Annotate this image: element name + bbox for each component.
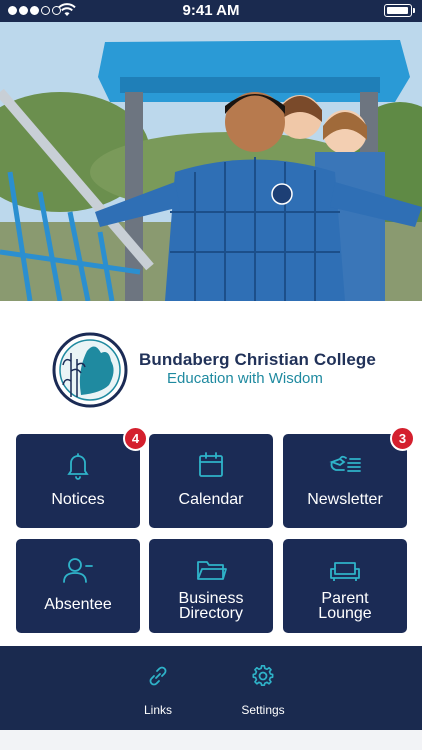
battery-icon (384, 4, 415, 17)
status-time: 9:41 AM (182, 2, 240, 19)
calendar-tile[interactable]: Calendar (149, 434, 273, 528)
calendar-label: Calendar (178, 491, 244, 508)
parent-lounge-label-line1: Parent (321, 590, 369, 607)
hero-image (0, 22, 422, 301)
links-nav-item[interactable]: Links (128, 664, 188, 717)
notices-badge: 4 (123, 426, 148, 451)
parent-lounge-tile[interactable]: Parent Lounge (283, 539, 407, 633)
user-minus-icon (63, 558, 93, 583)
gear-icon (252, 665, 274, 686)
parent-lounge-label: Parent Lounge (283, 590, 407, 622)
business-directory-label: Business Directory (149, 590, 273, 622)
business-directory-tile[interactable]: Business Directory (149, 539, 273, 633)
sofa-icon (330, 562, 360, 581)
bottom-nav: Links Settings (0, 646, 422, 730)
calendar-icon (199, 452, 223, 477)
home-indicator-area (0, 730, 422, 750)
newsletter-badge: 3 (390, 426, 415, 451)
parent-lounge-label-line2: Lounge (318, 605, 372, 622)
newsletter-tile[interactable]: Newsletter 3 (283, 426, 415, 528)
business-directory-label-line1: Business (178, 590, 244, 607)
college-name: Bundaberg Christian College (139, 350, 376, 369)
status-bar: 9:41 AM (0, 0, 422, 22)
newsletter-label: Newsletter (307, 491, 383, 508)
newsletter-icon (329, 455, 361, 472)
link-icon (149, 666, 167, 686)
college-crest-icon (52, 332, 128, 408)
settings-label: Settings (241, 703, 285, 717)
settings-nav-item[interactable]: Settings (233, 664, 293, 717)
notices-tile[interactable]: Notices 4 (16, 426, 148, 528)
notices-label: Notices (51, 491, 105, 508)
bell-icon (67, 453, 89, 480)
links-label: Links (143, 703, 172, 717)
absentee-label: Absentee (44, 596, 112, 613)
business-directory-label-line2: Directory (178, 605, 243, 622)
college-motto: Education with Wisdom (167, 370, 323, 387)
absentee-tile[interactable]: Absentee (16, 539, 140, 633)
folder-icon (197, 561, 227, 580)
